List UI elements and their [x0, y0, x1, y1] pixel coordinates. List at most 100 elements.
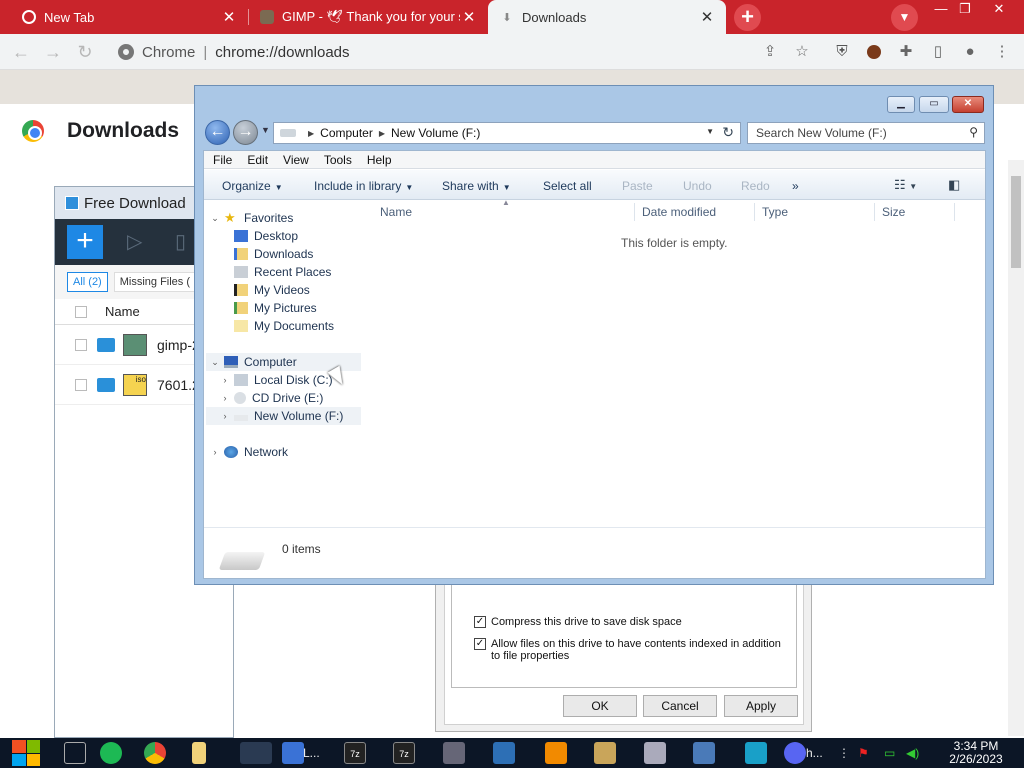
explorer-address-bar[interactable]: ▶ Computer ▶ New Volume (F:) ▼ ↻ — [273, 122, 741, 144]
menu-kebab-icon[interactable]: ⋮ — [993, 43, 1011, 61]
profile-icon[interactable]: ● — [961, 43, 979, 61]
taskbar-window-icon[interactable] — [64, 742, 86, 764]
address-dropdown-icon[interactable]: ▼ — [706, 127, 714, 136]
forward-arrow-icon[interactable]: → — [40, 40, 66, 64]
apply-button[interactable]: Apply — [724, 695, 798, 717]
folder-icon[interactable] — [97, 337, 115, 352]
tab-new-tab[interactable]: New Tab ✕ — [0, 0, 248, 34]
nav-my-documents[interactable]: My Documents — [234, 317, 334, 335]
scrollbar-thumb[interactable] — [1011, 176, 1021, 268]
chevron-right-icon[interactable]: › — [220, 411, 230, 421]
side-panel-icon[interactable]: ▯ — [929, 43, 947, 61]
flag-icon[interactable]: ⚑ — [858, 746, 869, 760]
add-download-button[interactable]: + — [67, 225, 103, 259]
back-arrow-icon[interactable]: ← — [205, 120, 230, 145]
select-all-button[interactable]: Select all — [543, 179, 592, 193]
network-app-icon[interactable] — [693, 742, 715, 764]
volume-icon[interactable]: ◀) — [906, 746, 919, 760]
chrome-taskbar-icon[interactable] — [144, 742, 166, 764]
nav-recent-places[interactable]: Recent Places — [234, 263, 331, 281]
nav-my-videos[interactable]: My Videos — [234, 281, 310, 299]
history-chevron-down-icon[interactable]: ▼ — [261, 125, 270, 135]
nav-desktop[interactable]: Desktop — [234, 227, 298, 245]
breadcrumb-chevron-icon[interactable]: ▶ — [379, 129, 385, 138]
overflow-kebab-icon[interactable]: ⋮ — [838, 746, 850, 760]
tab-search-chevron-icon[interactable]: ▼ — [891, 4, 918, 31]
breadcrumb-computer[interactable]: Computer — [320, 126, 373, 140]
undo-button[interactable]: Undo — [683, 179, 712, 193]
spotify-icon[interactable] — [100, 742, 122, 764]
explorer-caption-bar[interactable]: ▁ ▭ ✕ — [195, 86, 993, 116]
7zip-icon[interactable]: 7z — [344, 742, 366, 764]
taskbar-app-label[interactable]: L... — [303, 746, 320, 760]
taskbar-app-icon[interactable] — [644, 742, 666, 764]
close-tab-icon[interactable]: ✕ — [220, 8, 238, 26]
folder-icon[interactable] — [97, 377, 115, 392]
search-icon[interactable]: ⚲ — [969, 125, 978, 139]
new-tab-button[interactable]: + — [734, 4, 761, 31]
taskbar-app-label[interactable]: h... — [806, 746, 823, 760]
checkbox-checked-icon[interactable]: ✓ — [474, 616, 486, 628]
tab-gimp[interactable]: GIMP - 🕊 Thank you for your s ✕ — [248, 0, 488, 34]
drive-taskbar-icon[interactable] — [240, 742, 272, 764]
ublock-icon[interactable]: ⛨ — [833, 43, 851, 61]
filter-missing-files[interactable]: Missing Files ( — [113, 272, 197, 292]
paste-button[interactable]: Paste — [622, 179, 653, 193]
nav-network[interactable]: › Network — [210, 443, 289, 461]
nav-favorites[interactable]: ⌄ ★ Favorites — [210, 209, 293, 227]
reload-icon[interactable]: ↻ — [72, 40, 98, 64]
breadcrumb-new-volume[interactable]: New Volume (F:) — [391, 126, 480, 140]
share-with-button[interactable]: Share with ▼ — [442, 179, 511, 193]
forward-arrow-icon[interactable]: → — [233, 120, 258, 145]
include-in-library-button[interactable]: Include in library ▼ — [314, 179, 413, 193]
menu-tools[interactable]: Tools — [324, 153, 352, 167]
taskbar-app-icon[interactable] — [594, 742, 616, 764]
nav-cd-drive[interactable]: › CD Drive (E:) — [220, 389, 324, 407]
taskbar-clock[interactable]: 3:34 PM 2/26/2023 — [936, 740, 1016, 766]
taskbar-app-icon[interactable] — [443, 742, 465, 764]
nav-new-volume[interactable]: › New Volume (F:) — [206, 407, 361, 425]
taskbar-app-icon[interactable] — [745, 742, 767, 764]
select-all-checkbox[interactable] — [75, 305, 87, 318]
nav-my-pictures[interactable]: My Pictures — [234, 299, 317, 317]
menu-help[interactable]: Help — [367, 153, 392, 167]
restore-icon[interactable]: ❐ — [950, 0, 980, 18]
nav-downloads[interactable]: Downloads — [234, 245, 313, 263]
change-view-icon[interactable]: ☷ ▼ — [894, 177, 917, 193]
filter-all[interactable]: All (2) — [67, 272, 108, 292]
checkbox-checked-icon[interactable]: ✓ — [474, 638, 486, 650]
nav-local-disk[interactable]: › Local Disk (C:) — [220, 371, 333, 389]
chevron-right-icon[interactable]: › — [220, 393, 230, 403]
column-name[interactable]: Name — [380, 205, 412, 219]
monitor-icon[interactable]: ▭ — [884, 746, 895, 760]
breadcrumb-chevron-icon[interactable]: ▶ — [308, 129, 314, 138]
close-tab-icon[interactable]: ✕ — [698, 8, 716, 26]
column-divider[interactable] — [874, 203, 875, 221]
column-name[interactable]: Name — [105, 304, 140, 319]
start-button[interactable] — [10, 738, 42, 768]
compress-option[interactable]: ✓ Compress this drive to save disk space — [474, 616, 682, 628]
taskbar-app-icon[interactable] — [282, 742, 304, 764]
column-type[interactable]: Type — [762, 205, 788, 219]
share-icon[interactable]: ⇪ — [761, 43, 779, 61]
minimize-icon[interactable]: ▁ — [887, 96, 915, 113]
close-window-icon[interactable]: ✕ — [984, 0, 1014, 18]
column-size[interactable]: Size — [882, 205, 905, 219]
start-icon[interactable]: ▷ — [127, 229, 142, 254]
extension-avatar-icon[interactable] — [865, 43, 883, 61]
chevron-right-icon[interactable]: › — [220, 375, 230, 385]
tab-downloads[interactable]: ⬇ Downloads ✕ — [488, 0, 726, 34]
index-option[interactable]: ✓ Allow files on this drive to have cont… — [474, 638, 784, 662]
ok-button[interactable]: OK — [563, 695, 637, 717]
chevron-right-icon[interactable]: › — [210, 447, 220, 457]
close-icon[interactable]: ✕ — [952, 96, 984, 113]
page-scrollbar[interactable] — [1008, 160, 1024, 736]
column-divider[interactable] — [754, 203, 755, 221]
vlc-icon[interactable] — [545, 742, 567, 764]
row-checkbox[interactable] — [75, 338, 87, 351]
menu-file[interactable]: File — [213, 153, 232, 167]
chevron-down-icon[interactable]: ⌄ — [210, 213, 220, 224]
column-divider[interactable] — [954, 203, 955, 221]
file-explorer-icon[interactable] — [192, 742, 206, 764]
discord-icon[interactable] — [784, 742, 806, 764]
